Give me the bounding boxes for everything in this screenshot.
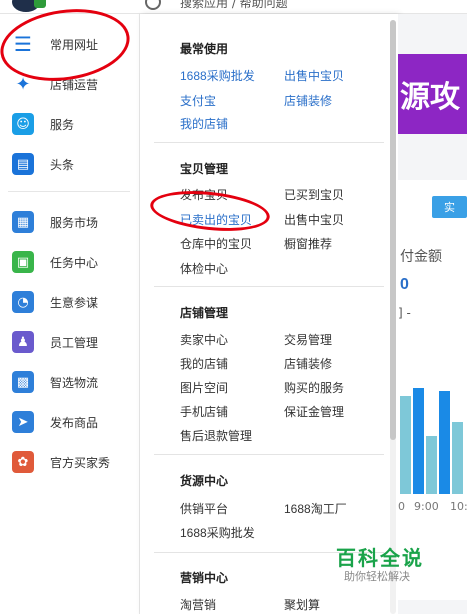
menu-link[interactable]: 淘营销 (180, 596, 216, 613)
menu-link[interactable]: 橱窗推荐 (284, 235, 332, 252)
search-input[interactable]: 搜索应用 / 帮助问题 (180, 0, 288, 11)
sidebar-item-label: 发布商品 (50, 415, 99, 430)
menu-section-title: 营销中心 (180, 571, 229, 585)
x-tick-label: 10: (450, 500, 467, 513)
sidebar: ☰ 常用网址 ✦ 店铺运营 ☺ 服务 ▤ 头条 ▦ 服务市场 ▣ 任务中心 ◔ … (0, 14, 140, 614)
sidebar-item-label: 官方买家秀 (50, 455, 111, 470)
sidebar-item-logistics[interactable]: ▩ 智选物流 (0, 362, 140, 402)
sidebar-item-label: 店铺运营 (50, 77, 99, 92)
realtime-button[interactable]: 实 (432, 196, 467, 218)
menu-link[interactable]: 交易管理 (284, 331, 332, 348)
menu-link[interactable]: 保证金管理 (284, 403, 344, 420)
menu-link[interactable]: 售后退款管理 (180, 427, 252, 444)
chart-bar (439, 391, 450, 494)
sidebar-item-label: 服务市场 (50, 215, 99, 230)
sidebar-item-label: 智选物流 (50, 375, 99, 390)
menu-section-title: 最常使用 (180, 42, 229, 56)
sidebar-item-label: 任务中心 (50, 255, 99, 270)
menu-section-title: 店铺管理 (180, 306, 229, 320)
x-tick-label: 9:00 (414, 500, 439, 513)
sidebar-item-service-market[interactable]: ▦ 服务市场 (0, 202, 140, 242)
sidebar-item-staff[interactable]: ♟ 员工管理 (0, 322, 140, 362)
payment-amount-value: 0 (400, 276, 409, 293)
top-bar: 搜索应用 / 帮助问题 (0, 0, 467, 14)
menu-link[interactable]: 购买的服务 (284, 379, 344, 396)
menu-link[interactable]: 手机店铺 (180, 403, 228, 420)
menu-link[interactable]: 图片空间 (180, 379, 228, 396)
menu-section-title: 货源中心 (180, 474, 229, 488)
market-icon: ▦ (12, 211, 34, 233)
sidebar-item-label: 生意参谋 (50, 295, 99, 310)
menu-link[interactable]: 1688采购批发 (180, 67, 255, 84)
payment-amount-label: 付金额 (400, 248, 442, 264)
menu-link[interactable]: 1688淘工厂 (284, 500, 347, 517)
menu-section-title: 宝贝管理 (180, 162, 229, 176)
list-icon: ☰ (14, 32, 32, 56)
menu-link[interactable]: 出售中宝贝 (284, 67, 344, 84)
sidebar-divider (8, 191, 130, 192)
sidebar-item-buyer-show[interactable]: ✿ 官方买家秀 (0, 442, 140, 482)
chart-icon: ◔ (12, 291, 34, 313)
buyer-show-icon: ✿ (12, 451, 34, 473)
task-icon: ▣ (12, 251, 34, 273)
menu-link[interactable]: 支付宝 (180, 92, 216, 109)
logistics-icon: ▩ (12, 371, 34, 393)
sidebar-item-service[interactable]: ☺ 服务 (0, 104, 140, 144)
sidebar-item-label: 服务 (50, 117, 75, 132)
menu-scrollbar-thumb[interactable] (390, 20, 396, 440)
menu-link[interactable]: 供销平台 (180, 500, 228, 517)
sidebar-item-publish[interactable]: ➤ 发布商品 (0, 402, 140, 442)
sidebar-item-label: 常用网址 (50, 37, 99, 52)
staff-icon: ♟ (12, 331, 34, 353)
send-icon: ➤ (12, 411, 34, 433)
menu-link[interactable]: 发布宝贝 (180, 186, 228, 203)
menu-link[interactable]: 体检中心 (180, 260, 228, 277)
menu-divider (154, 286, 384, 287)
menu-link-sold-items[interactable]: 已卖出的宝贝 (180, 211, 252, 228)
menu-link[interactable]: 我的店铺 (180, 115, 228, 132)
menu-link[interactable]: 我的店铺 (180, 355, 228, 372)
chart-bar (426, 436, 437, 494)
menu-link[interactable]: 卖家中心 (180, 331, 228, 348)
x-tick-label: 0 (398, 500, 405, 513)
sidebar-item-label: 头条 (50, 157, 75, 172)
watermark-title: 百科全说 (336, 548, 424, 570)
watermark-subtitle: 助你轻松解决 (344, 570, 410, 583)
comparison-text: ] - (398, 306, 411, 320)
menu-link[interactable]: 仓库中的宝贝 (180, 235, 252, 252)
favorites-menu: 最常使用 1688采购批发 出售中宝贝 支付宝 店铺装修 我的店铺 宝贝管理 发… (140, 14, 398, 614)
menu-link[interactable]: 出售中宝贝 (284, 211, 344, 228)
sidebar-item-label: 员工管理 (50, 335, 99, 350)
stats-panel (398, 180, 467, 600)
compass-icon: ✦ (15, 73, 31, 95)
sidebar-item-news[interactable]: ▤ 头条 (0, 144, 140, 184)
menu-divider (154, 142, 384, 143)
watermark: 百科全说 助你轻松解决 (320, 538, 440, 588)
menu-link[interactable]: 聚划算 (284, 596, 320, 613)
sidebar-item-task-center[interactable]: ▣ 任务中心 (0, 242, 140, 282)
promo-banner[interactable]: 源攻 (398, 54, 467, 134)
sidebar-item-favorites[interactable]: ☰ 常用网址 (0, 24, 140, 64)
menu-link[interactable]: 店铺装修 (284, 92, 332, 109)
news-icon: ▤ (12, 153, 34, 175)
menu-link[interactable]: 1688采购批发 (180, 524, 255, 541)
chart-bar (452, 422, 463, 494)
bag-icon: ☺ (12, 113, 34, 135)
menu-link[interactable]: 已买到宝贝 (284, 186, 344, 203)
search-icon[interactable] (145, 0, 161, 10)
menu-divider (154, 454, 384, 455)
logo-badge (34, 0, 46, 8)
chart-bar (400, 396, 411, 494)
chart-bar (413, 388, 424, 494)
sidebar-item-operation[interactable]: ✦ 店铺运营 (0, 64, 140, 104)
menu-link[interactable]: 店铺装修 (284, 355, 332, 372)
sidebar-item-business-advisor[interactable]: ◔ 生意参谋 (0, 282, 140, 322)
